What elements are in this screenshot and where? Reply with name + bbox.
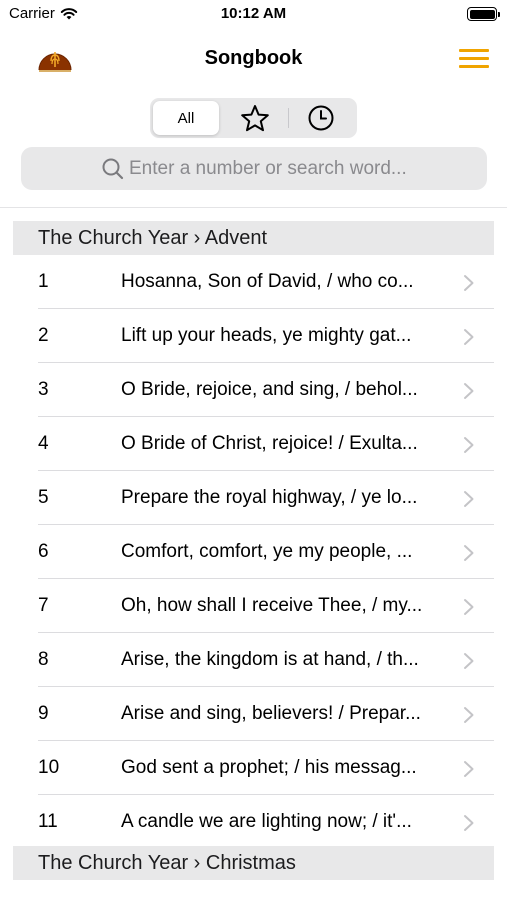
song-number: 4 <box>38 433 49 454</box>
navigation-bar: Songbook <box>0 38 507 82</box>
song-number: 8 <box>38 649 49 670</box>
chevron-right-icon <box>464 275 474 291</box>
chevron-right-icon <box>464 545 474 561</box>
chevron-right-icon <box>464 599 474 615</box>
list-item[interactable]: 10 God sent a prophet; / his messag... <box>0 741 507 795</box>
list-item[interactable]: 5 Prepare the royal highway, / ye lo... <box>0 471 507 525</box>
song-title: Lift up your heads, ye mighty gat... <box>121 325 412 346</box>
chevron-right-icon <box>464 815 474 831</box>
song-title: Oh, how shall I receive Thee, / my... <box>121 595 423 616</box>
list-item[interactable]: 6 Comfort, comfort, ye my people, ... <box>0 525 507 579</box>
song-number: 11 <box>38 811 58 832</box>
list-item[interactable]: 2 Lift up your heads, ye mighty gat... <box>0 309 507 363</box>
song-title: Arise and sing, believers! / Prepar... <box>121 703 421 724</box>
list-item[interactable]: 11 A candle we are lighting now; / it'..… <box>0 795 507 849</box>
chevron-right-icon <box>464 653 474 669</box>
list-item[interactable]: 7 Oh, how shall I receive Thee, / my... <box>0 579 507 633</box>
song-number: 3 <box>38 379 49 400</box>
song-number: 9 <box>38 703 49 724</box>
song-title: God sent a prophet; / his messag... <box>121 757 417 778</box>
segment-favorites[interactable] <box>222 101 288 135</box>
song-title: Prepare the royal highway, / ye lo... <box>121 487 418 508</box>
chevron-right-icon <box>464 761 474 777</box>
song-title: Arise, the kingdom is at hand, / th... <box>121 649 419 670</box>
song-title: Hosanna, Son of David, / who co... <box>121 271 414 292</box>
page-title: Songbook <box>204 47 303 69</box>
list-item[interactable]: 9 Arise and sing, believers! / Prepar... <box>0 687 507 741</box>
list-item[interactable]: 4 O Bride of Christ, rejoice! / Exulta..… <box>0 417 507 471</box>
chevron-right-icon <box>464 437 474 453</box>
filter-segmented-control: All <box>150 98 357 138</box>
chevron-right-icon <box>464 329 474 345</box>
search-input[interactable] <box>129 147 469 190</box>
status-bar: Carrier 10:12 AM <box>0 0 507 28</box>
section-header-christmas: The Church Year › Christmas <box>13 846 494 880</box>
song-number: 6 <box>38 541 49 562</box>
song-title: O Bride, rejoice, and sing, / behol... <box>121 379 418 400</box>
list-item[interactable]: 1 Hosanna, Son of David, / who co... <box>0 255 507 309</box>
chevron-right-icon <box>464 383 474 399</box>
song-title: O Bride of Christ, rejoice! / Exulta... <box>121 433 418 454</box>
battery-icon <box>467 7 500 21</box>
song-number: 10 <box>38 757 60 778</box>
list-item[interactable]: 3 O Bride, rejoice, and sing, / behol... <box>0 363 507 417</box>
search-icon <box>102 158 124 180</box>
song-number: 5 <box>38 487 49 508</box>
section-header-advent: The Church Year › Advent <box>13 221 494 255</box>
song-number: 7 <box>38 595 49 616</box>
segment-all[interactable]: All <box>153 101 219 135</box>
chevron-right-icon <box>464 491 474 507</box>
song-number: 2 <box>38 325 49 346</box>
menu-button[interactable] <box>459 47 489 69</box>
segment-all-label: All <box>177 109 195 127</box>
search-bar <box>21 147 487 190</box>
star-icon <box>241 105 269 132</box>
song-title: Comfort, comfort, ye my people, ... <box>121 541 413 562</box>
song-number: 1 <box>38 271 49 292</box>
clock-time: 10:12 AM <box>220 5 287 22</box>
list-item[interactable]: 8 Arise, the kingdom is at hand, / th... <box>0 633 507 687</box>
clock-icon <box>308 105 334 131</box>
chevron-right-icon <box>464 707 474 723</box>
divider <box>0 207 507 208</box>
segment-recent[interactable] <box>288 101 354 135</box>
song-title: A candle we are lighting now; / it'... <box>121 811 412 832</box>
menu-icon <box>459 49 489 52</box>
